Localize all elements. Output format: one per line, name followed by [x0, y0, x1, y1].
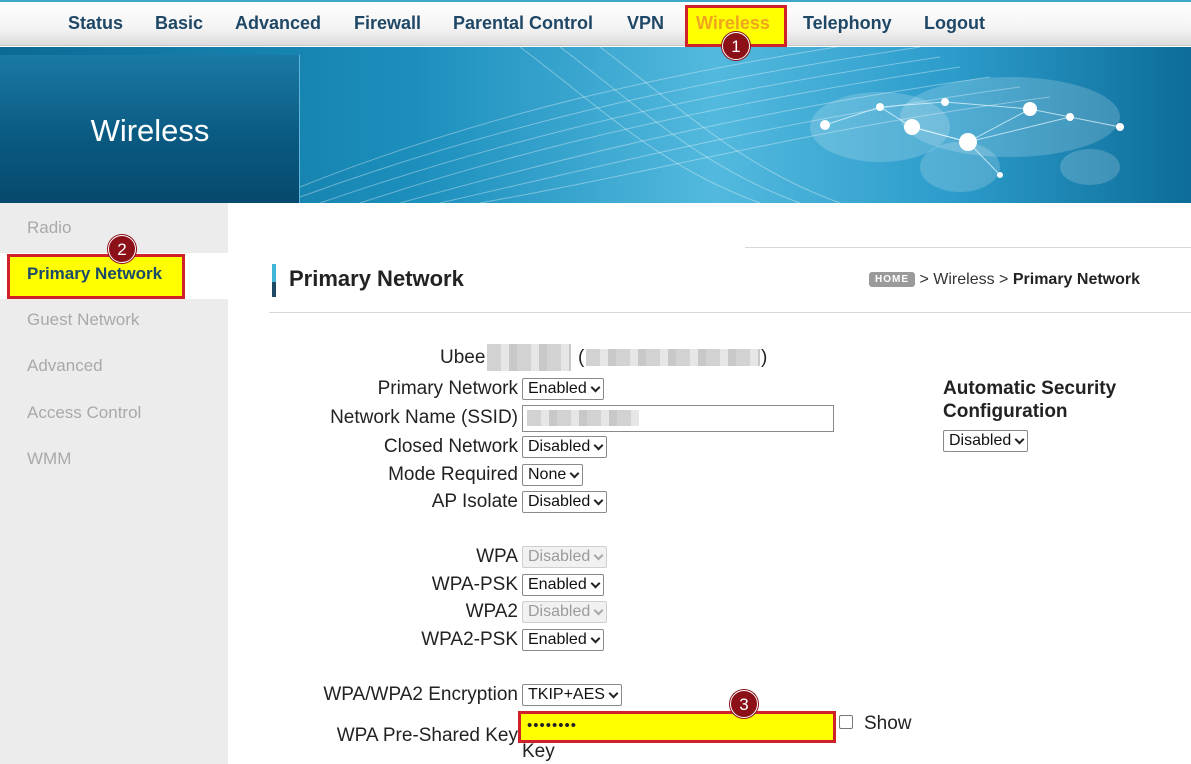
closed-network-select[interactable]: Disabled — [522, 436, 608, 458]
ssid-label: Network Name (SSID) — [330, 407, 518, 428]
wpa-label: WPA — [476, 546, 518, 567]
device-name-redacted — [487, 344, 571, 371]
auto-security-title: Automatic Security Configuration — [943, 378, 1117, 422]
callout-badge-2: 2 — [108, 235, 136, 263]
chevron-down-icon — [593, 550, 604, 561]
ssid-input[interactable] — [522, 405, 834, 432]
mac-address-redacted — [586, 349, 760, 366]
show-key-label-continued: Key — [522, 741, 555, 762]
chevron-down-icon — [590, 382, 601, 393]
ap-isolate-label: AP Isolate — [431, 491, 518, 512]
chevron-down-icon — [608, 688, 619, 699]
chevron-down-icon — [590, 578, 601, 589]
wpa-select: Disabled — [522, 546, 608, 568]
nav-advanced[interactable]: Advanced — [235, 13, 321, 34]
psk-label: WPA Pre-Shared Key — [336, 725, 518, 746]
nav-basic[interactable]: Basic — [155, 13, 203, 34]
sidebar-item-advanced[interactable]: Advanced — [27, 356, 103, 376]
chevron-down-icon — [590, 633, 601, 644]
nav-vpn[interactable]: VPN — [627, 13, 664, 34]
nav-wireless[interactable]: Wireless — [696, 13, 770, 34]
nav-firewall[interactable]: Firewall — [354, 13, 421, 34]
top-navigation: Status Basic Advanced Firewall Parental … — [0, 0, 1191, 47]
section-divider — [269, 312, 1191, 313]
wpa2-psk-select[interactable]: Enabled — [522, 629, 604, 651]
wpa2-select: Disabled — [522, 601, 608, 623]
chevron-down-icon — [569, 468, 580, 479]
banner-title: Wireless — [90, 113, 210, 148]
breadcrumb-current: Primary Network — [1012, 271, 1141, 288]
mode-required-label: Mode Required — [388, 464, 518, 485]
breadcrumb-separator: > — [999, 271, 1009, 288]
wpa-psk-select[interactable]: Enabled — [522, 574, 604, 596]
sidebar-item-access-control[interactable]: Access Control — [27, 403, 141, 423]
ssid-redacted — [527, 410, 639, 426]
show-key-checkbox[interactable] — [839, 715, 853, 729]
nav-telephony[interactable]: Telephony — [803, 13, 892, 34]
banner-title-panel: Wireless — [0, 55, 300, 203]
auto-security-select[interactable]: Disabled — [943, 430, 1029, 452]
sidebar-item-radio[interactable]: Radio — [27, 218, 71, 238]
mac-close-paren: ) — [761, 347, 768, 368]
ap-isolate-select[interactable]: Disabled — [522, 491, 608, 513]
show-key-label[interactable]: Show — [864, 713, 912, 735]
nav-status[interactable]: Status — [68, 13, 123, 34]
chevron-down-icon — [593, 440, 604, 451]
sidebar-item-wmm[interactable]: WMM — [27, 449, 71, 469]
wpa2-label: WPA2 — [465, 601, 518, 622]
mode-required-select[interactable]: None — [522, 464, 584, 486]
sidebar: Radio Primary Network Guest Network Adva… — [0, 203, 228, 764]
chevron-down-icon — [1014, 434, 1025, 445]
callout-badge-1: 1 — [722, 32, 750, 60]
sidebar-item-guest-network[interactable]: Guest Network — [27, 310, 139, 330]
wpa-psk-label: WPA-PSK — [431, 574, 518, 595]
title-accent-bar — [272, 264, 276, 297]
breadcrumb: HOME > Wireless > Primary Network — [869, 271, 1140, 289]
psk-input[interactable]: •••••••• — [518, 711, 836, 743]
encryption-label: WPA/WPA2 Encryption — [323, 684, 518, 705]
device-name-prefix: Ubee — [440, 347, 486, 368]
closed-network-label: Closed Network — [383, 436, 518, 457]
nav-logout[interactable]: Logout — [924, 13, 985, 34]
chevron-down-icon — [593, 495, 604, 506]
primary-network-label: Primary Network — [377, 378, 518, 399]
breadcrumb-wireless[interactable]: Wireless — [933, 271, 994, 288]
nav-parental-control[interactable]: Parental Control — [453, 13, 593, 34]
mac-open-paren: ( — [578, 347, 585, 368]
wpa2-psk-label: WPA2-PSK — [421, 629, 518, 650]
breadcrumb-separator: > — [919, 271, 929, 288]
sidebar-item-primary-network[interactable]: Primary Network — [27, 264, 162, 284]
primary-network-select[interactable]: Enabled — [522, 378, 604, 400]
chevron-down-icon — [593, 605, 604, 616]
page-title: Primary Network — [289, 266, 464, 291]
breadcrumb-home[interactable]: HOME — [869, 272, 915, 287]
page-banner: Wireless — [0, 47, 1191, 203]
callout-badge-3: 3 — [730, 690, 758, 718]
header-divider — [745, 247, 1191, 248]
encryption-select[interactable]: TKIP+AES — [522, 684, 622, 706]
